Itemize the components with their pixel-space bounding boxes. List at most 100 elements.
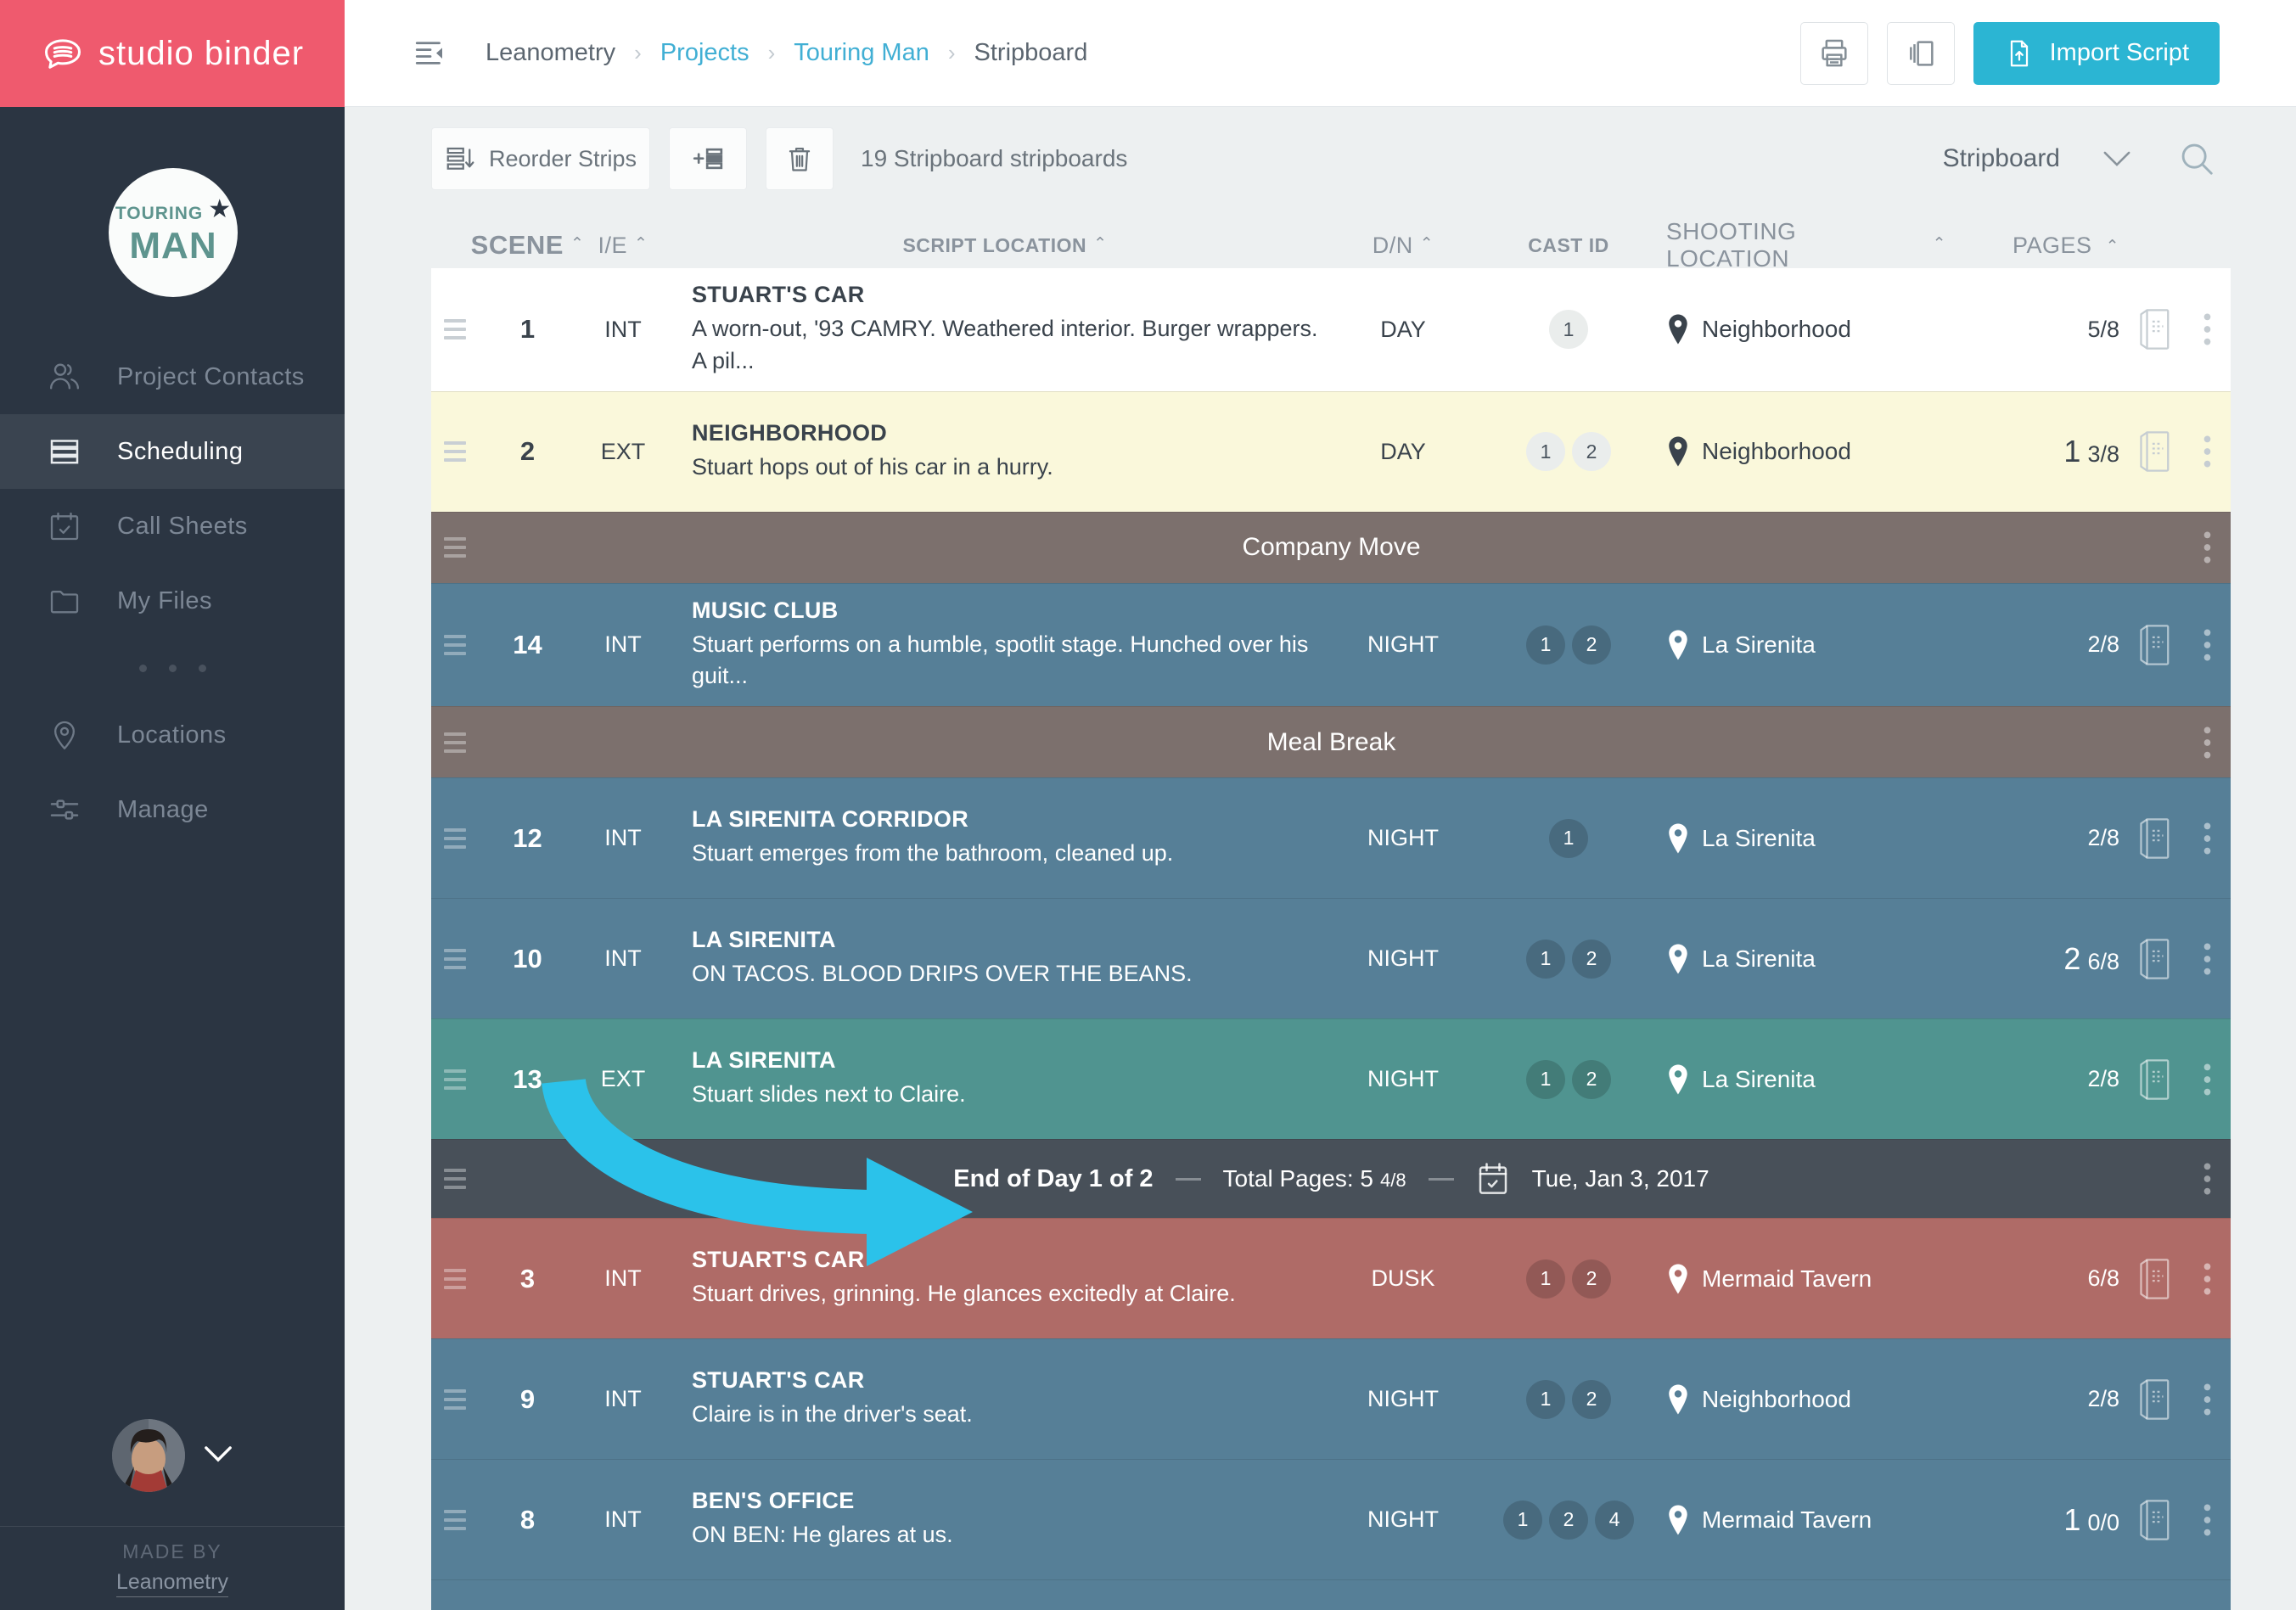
drag-handle[interactable] — [431, 441, 479, 463]
strip-menu-icon[interactable] — [2184, 628, 2231, 662]
sidebar-item-project-contacts[interactable]: Project Contacts — [0, 339, 345, 414]
drag-handle[interactable] — [431, 634, 479, 655]
brand-name: studio binder — [98, 34, 305, 72]
script-page-icon[interactable] — [2125, 935, 2184, 983]
breadcrumb-item[interactable]: Projects — [660, 39, 749, 67]
breadcrumb: Leanometry › Projects › Touring Man › Stripboa… — [486, 39, 1087, 67]
script-page-icon[interactable] — [2125, 306, 2184, 353]
scene-strip[interactable]: 3 INT STUART'S CAR Stuart drives, grinning.… — [431, 1218, 2231, 1339]
strip-menu-icon[interactable] — [2184, 1162, 2231, 1196]
script-page-icon[interactable] — [2125, 815, 2184, 862]
strip-menu-icon[interactable] — [2184, 530, 2231, 564]
strip-menu-icon[interactable] — [2184, 942, 2231, 976]
strip-menu-icon[interactable] — [2184, 1503, 2231, 1537]
col-scene[interactable]: SCENE ⌃ — [471, 230, 584, 261]
studio-binder-logo[interactable]: studio binder — [0, 0, 345, 107]
reorder-strips-icon — [445, 143, 475, 174]
pages: 1 3/8 — [1946, 434, 2125, 469]
strip-menu-icon[interactable] — [2184, 822, 2231, 855]
scene-strip[interactable]: 13 EXT LA SIRENITA Stuart slides next to Cl… — [431, 1018, 2231, 1140]
add-strip-icon — [691, 142, 725, 176]
drag-handle[interactable] — [431, 1169, 479, 1190]
drag-handle[interactable] — [431, 732, 479, 753]
script-page-icon[interactable] — [2125, 428, 2184, 475]
col-cast-id[interactable]: CAST ID — [1471, 234, 1666, 257]
strip-menu-icon[interactable] — [2184, 1063, 2231, 1097]
drag-handle[interactable] — [431, 827, 479, 849]
scene-number: 14 — [513, 629, 542, 659]
shooting-location-label: La Sirenita — [1702, 945, 1816, 972]
script-page-icon[interactable] — [2125, 621, 2184, 669]
collapse-sidebar-icon[interactable] — [413, 36, 448, 71]
user-menu[interactable] — [0, 1419, 345, 1492]
scene-strip-partial[interactable] — [431, 1579, 2231, 1610]
avatar[interactable] — [112, 1419, 185, 1492]
made-by-link[interactable]: Leanometry — [115, 1570, 229, 1597]
search-icon[interactable] — [2177, 139, 2216, 178]
day-night: DUSK — [1371, 1265, 1435, 1292]
import-script-label: Import Script — [2049, 39, 2189, 66]
drag-handle[interactable] — [431, 1509, 479, 1530]
scene-strip[interactable]: 12 INT LA SIRENITA CORRIDOR Stuart emerges … — [431, 777, 2231, 899]
col-pages[interactable]: PAGES ⌃ — [1946, 233, 2125, 259]
calendar-check-icon — [48, 509, 81, 543]
breadcrumb-item[interactable]: Touring Man — [794, 39, 929, 67]
day-night: NIGHT — [1367, 945, 1439, 972]
sidebar-item-scheduling[interactable]: Scheduling — [0, 414, 345, 489]
script-page-icon[interactable] — [2125, 1255, 2184, 1303]
scene-strip[interactable]: 9 INT STUART'S CAR Claire is in the driver'… — [431, 1338, 2231, 1460]
drag-handle[interactable] — [431, 1069, 479, 1090]
col-ie[interactable]: I/E ⌃ — [576, 233, 670, 259]
scene-strip[interactable]: 8 INT BEN'S OFFICE ON BEN: He glares at us.… — [431, 1459, 2231, 1580]
sidebar-item-label: Project Contacts — [117, 362, 305, 390]
scene-strip[interactable]: 1 INT STUART'S CAR A worn-out, '93 CAMRY. W… — [431, 268, 2231, 391]
breadcrumb-item: Stripboard — [974, 39, 1088, 66]
scene-strip[interactable]: 2 EXT NEIGHBORHOOD Stuart hops out of his c… — [431, 390, 2231, 512]
drag-handle[interactable] — [431, 948, 479, 969]
drag-handle[interactable] — [431, 319, 479, 340]
view-selector[interactable]: Stripboard — [1943, 144, 2131, 173]
import-script-button[interactable]: Import Script — [1973, 21, 2220, 85]
strip-menu-icon[interactable] — [2184, 312, 2231, 346]
col-shooting-location[interactable]: SHOOTING LOCATION ⌃ — [1666, 218, 1946, 272]
drag-handle[interactable] — [431, 537, 479, 558]
script-page-icon[interactable] — [2125, 1056, 2184, 1103]
strip-menu-icon[interactable] — [2184, 435, 2231, 468]
stripboard: 1 INT STUART'S CAR A worn-out, '93 CAMRY. W… — [431, 268, 2231, 1610]
cast-ids: 12 — [1471, 432, 1666, 472]
strip-menu-icon[interactable] — [2184, 1383, 2231, 1416]
pages-fraction: 0/0 — [2087, 1509, 2119, 1535]
project-logo[interactable]: TOURING ★ MAN — [109, 168, 238, 297]
scene-strip[interactable]: 10 INT LA SIRENITA ON TACOS. BLOOD DRIPS OV… — [431, 898, 2231, 1019]
day-break-title: End of Day 1 of 2 — [953, 1164, 1154, 1192]
scene-strip[interactable]: 14 INT MUSIC CLUB Stuart performs on a humb… — [431, 582, 2231, 707]
scene-number: 12 — [513, 822, 542, 853]
script-page-icon[interactable] — [2125, 1496, 2184, 1544]
banner-strip[interactable]: Company Move — [431, 511, 2231, 583]
scene-description: Stuart slides next to Claire. — [692, 1081, 966, 1108]
delete-strip-button[interactable] — [766, 127, 834, 190]
sidebar-item-call-sheets[interactable]: Call Sheets — [0, 489, 345, 564]
sidebar-item-manage[interactable]: Manage — [0, 772, 345, 847]
drag-handle[interactable] — [431, 1388, 479, 1410]
strip-menu-icon[interactable] — [2184, 726, 2231, 760]
print-button[interactable] — [1799, 21, 1868, 85]
script-page-icon[interactable] — [2125, 1376, 2184, 1423]
location-pin-icon — [1666, 823, 1690, 854]
reorder-strips-button[interactable]: Reorder Strips — [431, 127, 650, 190]
scene-int-ext: INT — [604, 1506, 642, 1533]
drag-handle[interactable] — [431, 1268, 479, 1289]
scene-number: 1 — [519, 314, 536, 345]
cast-ids: 124 — [1471, 1500, 1666, 1540]
map-pin-icon — [48, 718, 81, 752]
add-strip-button[interactable] — [669, 127, 747, 190]
strip-menu-icon[interactable] — [2184, 1262, 2231, 1296]
scene-number: 2 — [519, 436, 536, 467]
col-script-location[interactable]: SCRIPT LOCATION ⌃ — [670, 221, 1335, 271]
sidebar-item-my-files[interactable]: My Files — [0, 564, 345, 638]
sidebar-item-locations[interactable]: Locations — [0, 698, 345, 772]
reports-button[interactable] — [1886, 21, 1955, 85]
banner-strip[interactable]: Meal Break — [431, 706, 2231, 778]
col-dn[interactable]: D/N ⌃ — [1335, 233, 1471, 259]
day-break-strip[interactable]: End of Day 1 of 2 Total Pages: 5 4/8 Tue, J… — [431, 1139, 2231, 1219]
